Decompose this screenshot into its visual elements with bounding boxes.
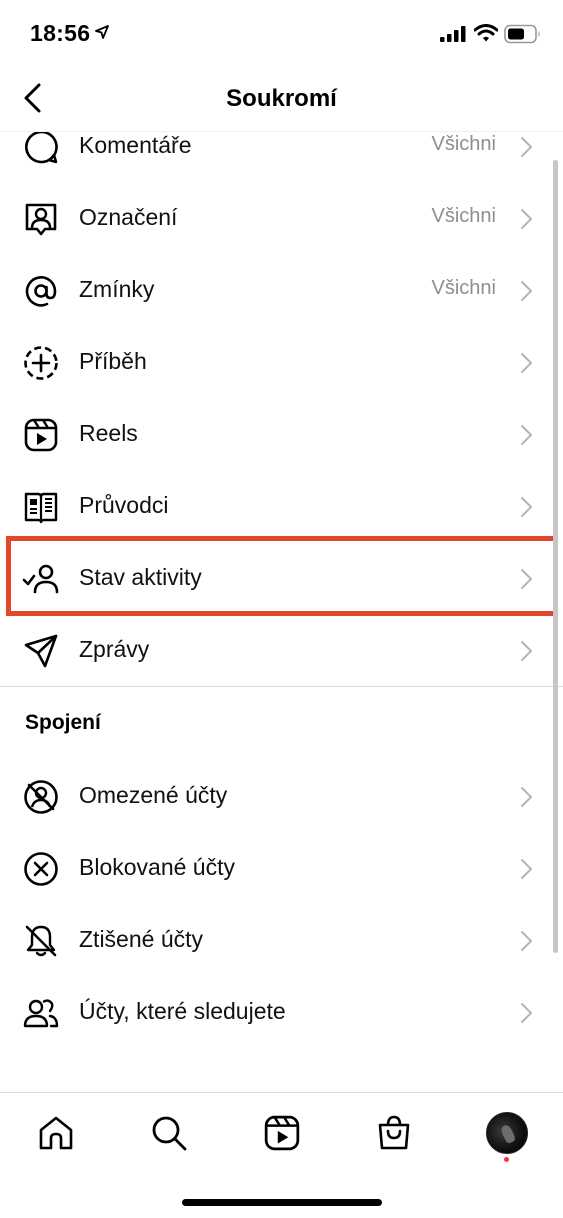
send-icon [22,632,60,670]
row-label: Průvodci [79,492,169,518]
chevron-right-icon [521,137,532,157]
row-restricted-accounts[interactable]: Omezené účty [0,760,563,832]
row-messages[interactable]: Zprávy [0,614,563,686]
tag-person-icon [22,200,60,238]
notification-dot [504,1157,509,1162]
row-label: Zprávy [79,636,150,662]
scrollbar[interactable] [553,160,558,953]
row-tags[interactable]: Označení Všichni [0,182,563,254]
row-story[interactable]: Příběh [0,326,563,398]
restricted-icon [22,778,60,816]
row-value: Všichni [431,277,496,299]
row-label: Stav aktivity [79,564,202,590]
story-add-icon [22,344,60,382]
chevron-right-icon [521,281,532,301]
reels-icon [22,416,60,454]
row-comments[interactable]: Komentáře Všichni [0,132,563,182]
tab-shop[interactable] [372,1111,416,1155]
location-arrow-icon [95,25,109,44]
page-title: Soukromí [226,85,337,112]
cellular-signal-icon [440,26,466,47]
chevron-right-icon [521,569,532,589]
chevron-right-icon [521,353,532,373]
row-label: Zmínky [79,276,155,302]
bottom-tab-bar [0,1092,563,1218]
row-label: Ztišené účty [79,926,203,952]
status-time: 18:56 [30,20,91,46]
chevron-right-icon [521,209,532,229]
following-icon [22,994,60,1032]
battery-icon [504,24,542,49]
chevron-right-icon [521,931,532,951]
row-following-accounts[interactable]: Účty, které sledujete [0,976,563,1048]
chevron-right-icon [521,787,532,807]
wifi-icon [473,24,499,47]
guides-icon [22,488,60,526]
row-guides[interactable]: Průvodci [0,470,563,542]
row-muted-accounts[interactable]: Ztišené účty [0,904,563,976]
shopping-bag-icon [378,1115,410,1150]
row-label: Komentáře [79,132,192,158]
section-divider [0,686,563,687]
row-value: Všichni [431,205,496,227]
chevron-right-icon [521,641,532,661]
row-label: Blokované účty [79,854,235,880]
chevron-right-icon [521,859,532,879]
tab-reels[interactable] [260,1111,304,1155]
search-icon [152,1116,187,1151]
row-label: Reels [79,420,138,446]
row-value: Všichni [431,133,496,155]
tab-profile[interactable] [485,1111,529,1155]
chevron-right-icon [521,1003,532,1023]
row-label: Omezené účty [79,782,228,808]
tab-search[interactable] [147,1111,191,1155]
activity-status-icon [22,560,60,598]
row-blocked-accounts[interactable]: Blokované účty [0,832,563,904]
chevron-right-icon [521,425,532,445]
blocked-icon [22,850,60,888]
at-icon [22,272,60,310]
row-reels[interactable]: Reels [0,398,563,470]
muted-bell-icon [22,922,60,960]
privacy-settings-list: Komentáře Všichni Označení Všichni Zmínk… [0,132,563,1092]
reels-icon [264,1115,300,1151]
row-label: Příběh [79,348,147,374]
home-indicator [182,1199,382,1206]
avatar [486,1112,528,1154]
tab-home[interactable] [34,1111,78,1155]
status-bar: 18:56 [0,0,563,70]
section-title-connections: Spojení [25,711,101,734]
row-label: Účty, které sledujete [79,998,286,1024]
home-icon [39,1116,73,1150]
row-label: Označení [79,204,178,230]
row-mentions[interactable]: Zmínky Všichni [0,254,563,326]
row-activity-status[interactable]: Stav aktivity [0,542,563,614]
chevron-right-icon [521,497,532,517]
comment-icon [22,132,60,166]
navigation-header: Soukromí [0,70,563,132]
